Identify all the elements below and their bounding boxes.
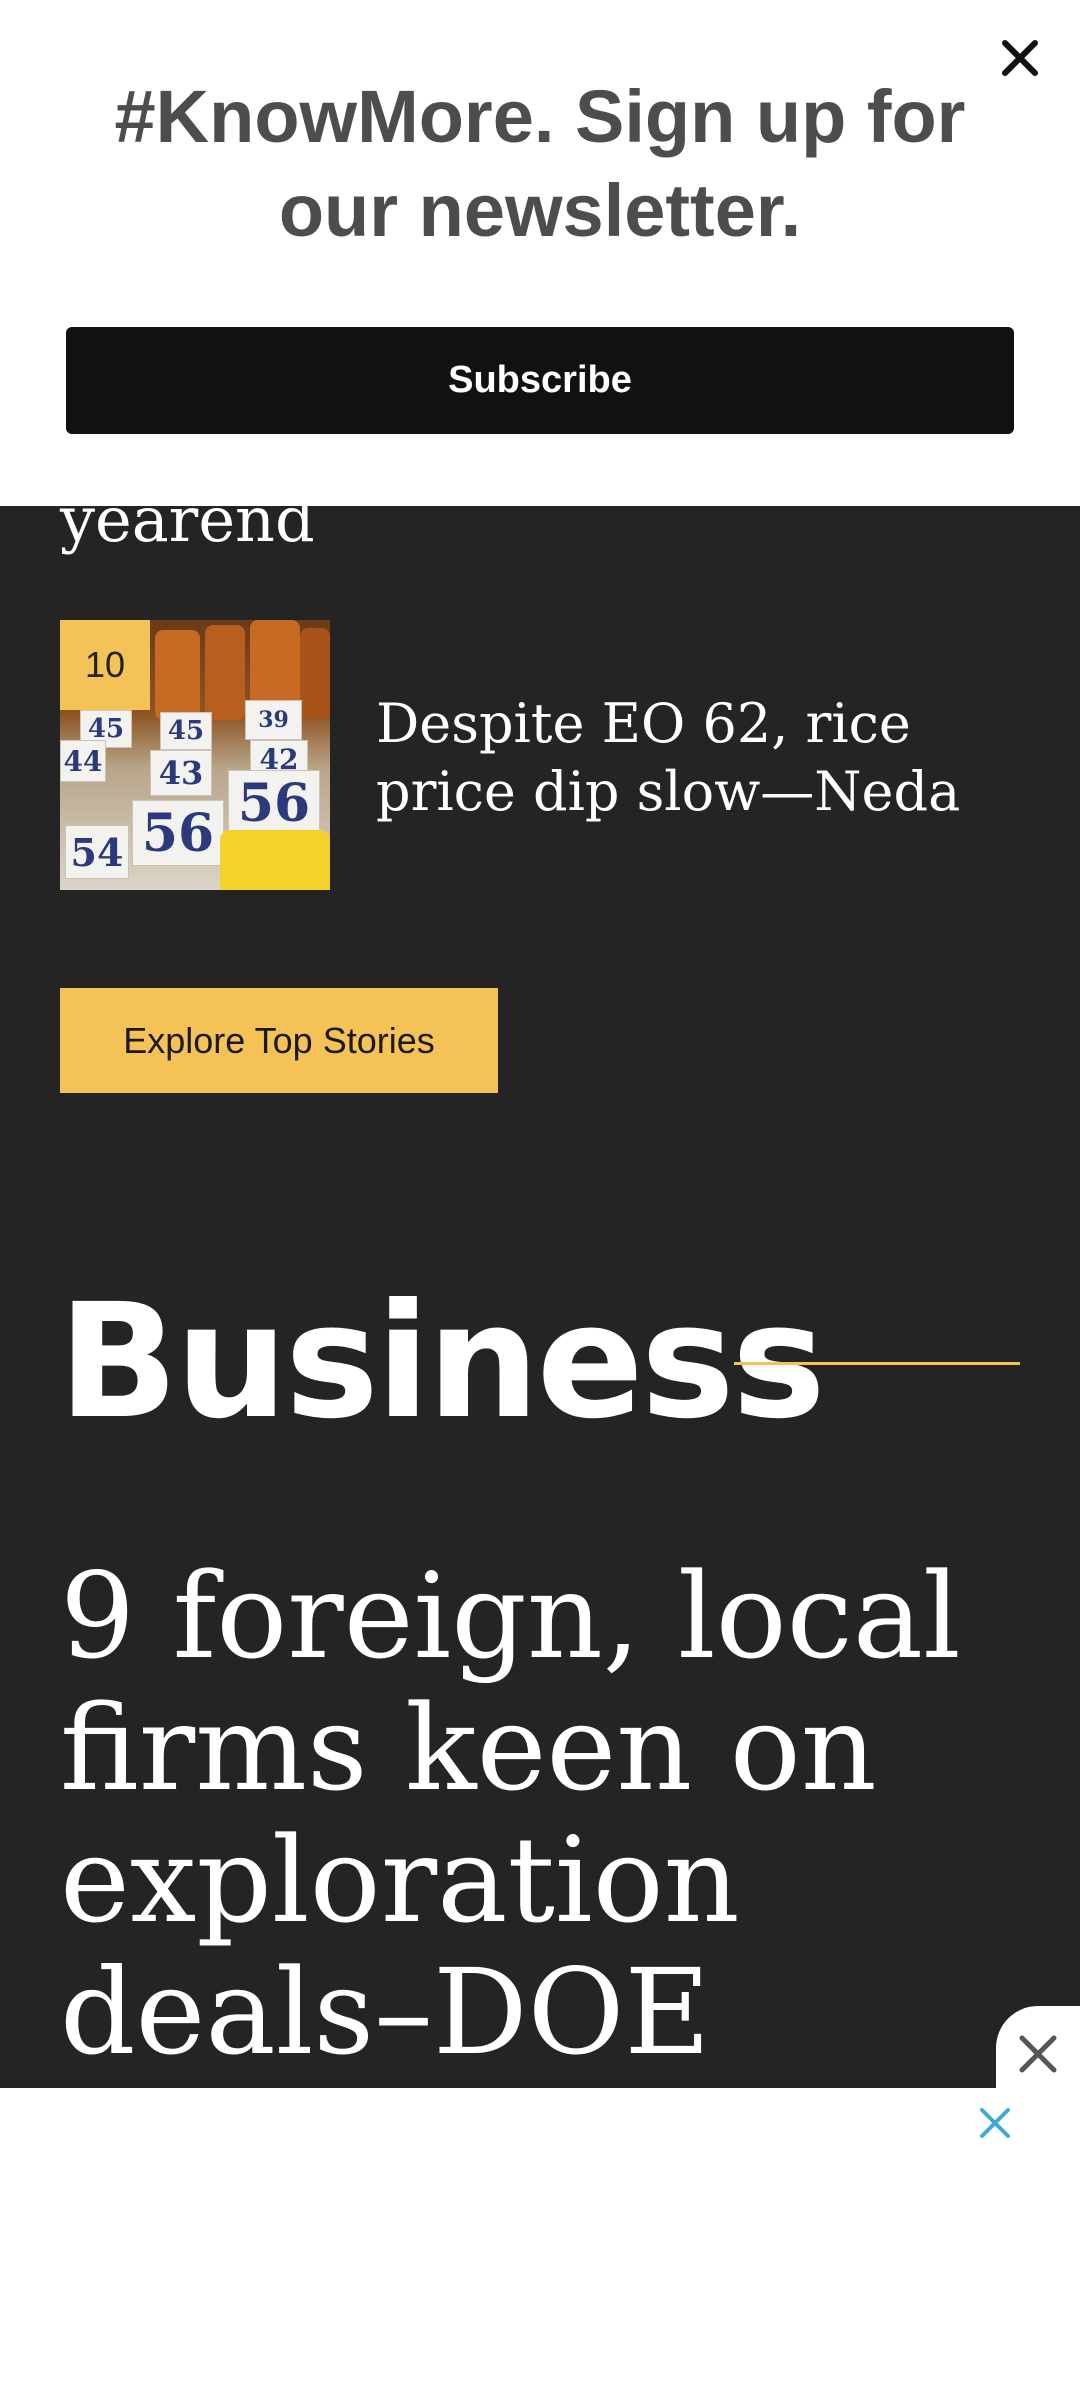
business-lead-headline[interactable]: 9 foreign, local firms keen on explorati…	[60, 1550, 1020, 2078]
ad-close-button[interactable]	[996, 2006, 1080, 2102]
section-divider	[734, 1362, 1020, 1365]
top-story-title[interactable]: Despite EO 62, rice price dip slow—Neda	[376, 690, 1036, 826]
subscribe-button[interactable]: Subscribe	[66, 327, 1014, 434]
rank-badge: 10	[60, 620, 150, 710]
newsletter-banner: #KnowMore. Sign up for our newsletter. S…	[0, 0, 1080, 506]
explore-top-stories-button[interactable]: Explore Top Stories	[60, 988, 498, 1093]
close-icon	[980, 2108, 1010, 2138]
close-icon	[1019, 2035, 1057, 2073]
section-heading-business[interactable]: Business	[58, 1262, 826, 1462]
adchoices-close-button[interactable]	[974, 2102, 1016, 2144]
ad-banner[interactable]	[0, 2088, 1080, 2400]
newsletter-title: #KnowMore. Sign up for our newsletter.	[114, 75, 966, 252]
top-story-item[interactable]: 45 44 45 39 43 42 56 56 54 10 Despite EO…	[60, 620, 1020, 890]
